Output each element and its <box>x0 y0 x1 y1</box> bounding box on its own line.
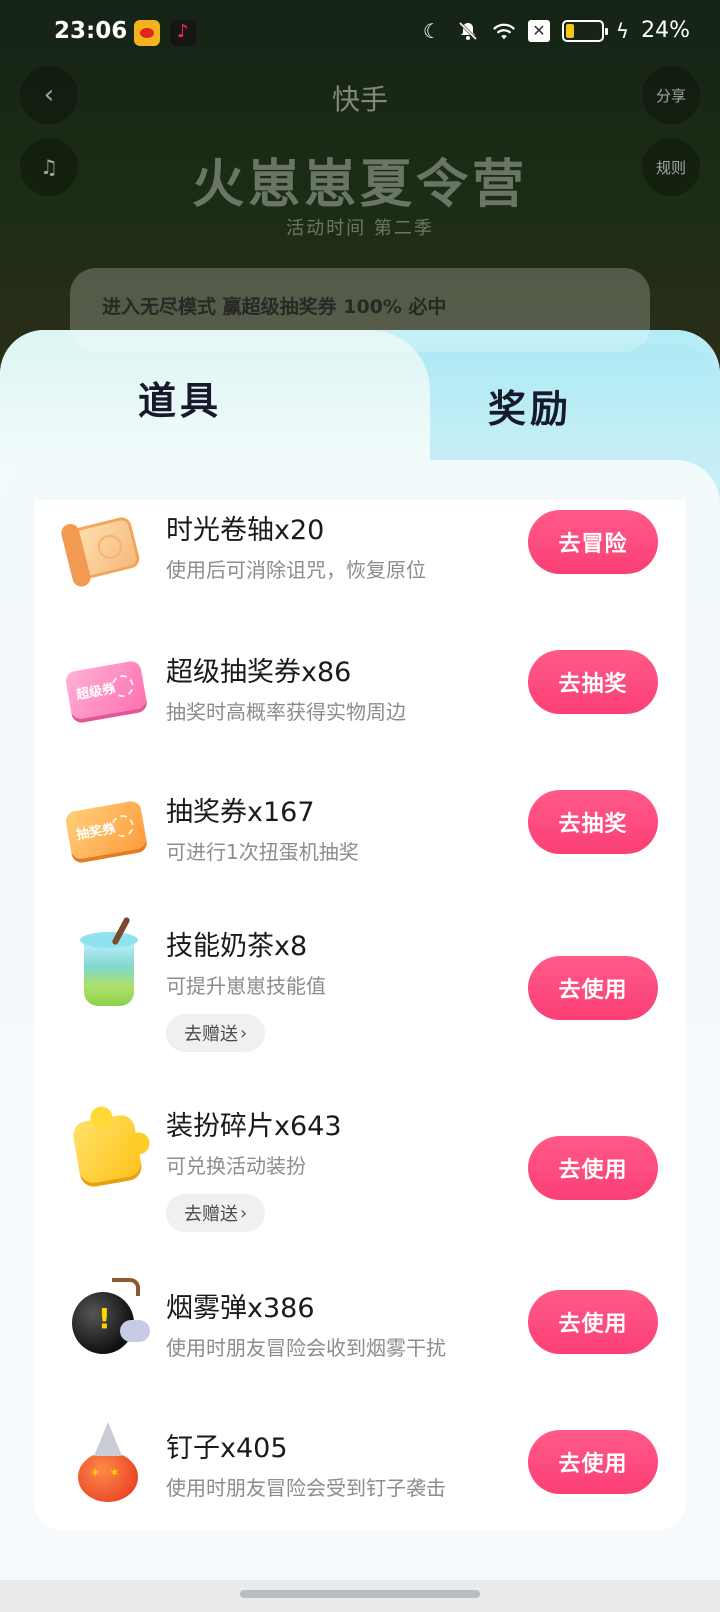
home-indicator[interactable] <box>240 1590 480 1598</box>
list-item: 抽奖券 抽奖券x167 可进行1次扭蛋机抽奖 去抽奖 <box>34 780 686 916</box>
items-list[interactable]: 时光卷轴x20 使用后可消除诅咒，恢复原位 去冒险 超级券 超级抽奖券x86 抽… <box>34 500 686 1530</box>
use-button[interactable]: 去使用 <box>528 956 658 1020</box>
weibo-icon <box>134 20 160 46</box>
ticket-icon: 抽奖券 <box>64 788 150 874</box>
tab-rewards[interactable]: 奖励 <box>488 378 572 433</box>
status-icons: ☾ ✕ ϟ 24% <box>420 18 690 43</box>
item-desc: 抽奖时高概率获得实物周边 <box>166 700 406 724</box>
sim-off-icon: ✕ <box>527 19 550 42</box>
chevron-right-icon: › <box>240 1202 248 1224</box>
charging-icon: ϟ <box>615 18 630 43</box>
nail-icon <box>64 1418 150 1504</box>
battery-level <box>565 23 575 38</box>
item-desc: 使用时朋友冒险会收到烟雾干扰 <box>166 1336 446 1360</box>
gift-label: 去赠送 <box>184 1204 238 1225</box>
use-button[interactable]: 去使用 <box>528 1290 658 1354</box>
item-name: 装扮碎片x643 <box>166 1111 342 1142</box>
item-name: 超级抽奖券x86 <box>166 657 352 688</box>
item-desc: 使用时朋友冒险会受到钉子袭击 <box>166 1476 446 1500</box>
gift-button[interactable]: 去赠送 › <box>166 1014 266 1052</box>
moon-icon: ☾ <box>422 18 441 43</box>
app-logo: 快手 <box>331 83 388 116</box>
item-desc: 可提升崽崽技能值 <box>166 974 326 998</box>
go-adventure-button[interactable]: 去冒险 <box>528 510 658 574</box>
chevron-right-icon: › <box>240 1022 248 1044</box>
use-button[interactable]: 去使用 <box>528 1136 658 1200</box>
status-time: 23:06 <box>54 18 128 44</box>
list-item: 烟雾弹x386 使用时朋友冒险会收到烟雾干扰 去使用 <box>34 1276 686 1416</box>
go-lottery-button[interactable]: 去抽奖 <box>528 790 658 854</box>
gift-label: 去赠送 <box>184 1024 238 1045</box>
scroll-icon <box>64 508 150 594</box>
item-name: 烟雾弹x386 <box>166 1293 315 1324</box>
list-item: 时光卷轴x20 使用后可消除诅咒，恢复原位 去冒险 <box>34 500 686 640</box>
item-name: 技能奶茶x8 <box>166 931 308 962</box>
item-name: 抽奖券x167 <box>166 797 315 828</box>
item-name: 钉子x405 <box>166 1433 288 1464</box>
promo-banner: 进入无尽模式 赢超级抽奖券 100% 必中 <box>70 268 650 352</box>
milk-tea-icon <box>64 928 150 1014</box>
item-name: 时光卷轴x20 <box>166 515 325 546</box>
item-desc: 使用后可消除诅咒，恢复原位 <box>166 558 426 582</box>
event-subtitle: 活动时间 第二季 <box>286 218 434 239</box>
super-ticket-icon: 超级券 <box>64 648 150 734</box>
item-desc: 可进行1次扭蛋机抽奖 <box>166 840 359 864</box>
douyin-icon <box>170 20 196 46</box>
wifi-icon <box>492 19 516 43</box>
list-item: 技能奶茶x8 可提升崽崽技能值 去赠送 › 去使用 <box>34 916 686 1096</box>
list-item: 钉子x405 使用时朋友冒险会受到钉子袭击 去使用 <box>34 1416 686 1530</box>
battery-icon <box>561 19 608 42</box>
list-item: 超级券 超级抽奖券x86 抽奖时高概率获得实物周边 去抽奖 <box>34 640 686 780</box>
list-item: 装扮碎片x643 可兑换活动装扮 去赠送 › 去使用 <box>34 1096 686 1276</box>
gift-button[interactable]: 去赠送 › <box>166 1194 266 1232</box>
ticket-text: 抽奖券 <box>75 821 117 844</box>
go-lottery-button[interactable]: 去抽奖 <box>528 650 658 714</box>
puzzle-piece-icon <box>64 1108 150 1194</box>
tab-tools[interactable]: 道具 <box>138 370 222 425</box>
battery-percent: 24% <box>641 18 690 43</box>
status-bar: 23:06 ☾ ✕ ϟ 24% <box>0 0 720 64</box>
smoke-bomb-icon <box>64 1278 150 1364</box>
items-sheet: 道具 奖励 时光卷轴x20 使用后可消除诅咒，恢复原位 去冒险 超级券 超级抽奖… <box>0 330 720 1580</box>
event-title: 火崽崽夏令营 <box>191 155 528 215</box>
item-desc: 可兑换活动装扮 <box>166 1154 306 1178</box>
use-button[interactable]: 去使用 <box>528 1430 658 1494</box>
ticket-text: 超级券 <box>75 681 117 704</box>
mute-bell-icon <box>456 19 480 43</box>
promo-banner-text: 进入无尽模式 赢超级抽奖券 100% 必中 <box>102 296 447 318</box>
